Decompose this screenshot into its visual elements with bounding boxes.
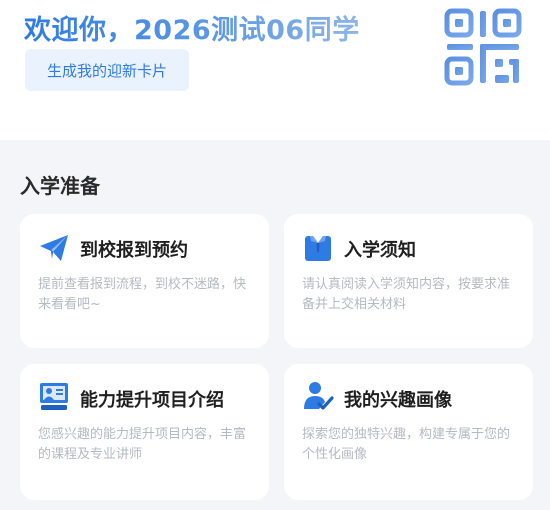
shirt-icon: [305, 236, 331, 261]
generate-card-button[interactable]: 生成我的迎新卡片: [25, 49, 189, 91]
tile-title: 我的兴趣画像: [344, 390, 452, 411]
header: 欢迎你，2026测试06同学 生成我的迎新卡片: [0, 0, 550, 140]
qr-code-icon[interactable]: [444, 8, 522, 86]
tile-skill-programs[interactable]: 能力提升项目介绍 您感兴趣的能力提升项目内容，丰富的课程及专业讲师: [20, 364, 269, 500]
tile-checkin-appointment[interactable]: 到校报到预约 提前查看报到流程，到校不迷路，快来看看吧~: [20, 214, 269, 348]
tile-description: 您感兴趣的能力提升项目内容，丰富的课程及专业讲师: [38, 427, 247, 462]
tile-description: 探索您的独特兴趣，构建专属于您的个性化画像: [302, 427, 511, 462]
paper-plane-icon: [40, 235, 68, 261]
tile-admission-notice[interactable]: 入学须知 请认真阅读入学须知内容，按要求准备并上交相关材料: [284, 214, 533, 348]
tile-description: 提前查看报到流程，到校不迷路，快来看看吧~: [38, 277, 247, 312]
presentation-icon: [40, 383, 68, 410]
tile-title: 到校报到预约: [80, 240, 188, 261]
main-panel: 入学准备 到校报到预约 提前查看报到流程，到校不迷路，快来看看吧~ 入学须知 请…: [0, 140, 550, 510]
section-title: 入学准备: [20, 174, 100, 198]
tile-interest-profile[interactable]: 我的兴趣画像 探索您的独特兴趣，构建专属于您的个性化画像: [284, 364, 533, 500]
welcome-title: 欢迎你，2026测试06同学: [24, 8, 360, 47]
tile-description: 请认真阅读入学须知内容，按要求准备并上交相关材料: [302, 277, 511, 312]
tile-title: 能力提升项目介绍: [80, 390, 224, 411]
tile-title: 入学须知: [344, 240, 416, 261]
user-check-icon: [304, 382, 334, 410]
